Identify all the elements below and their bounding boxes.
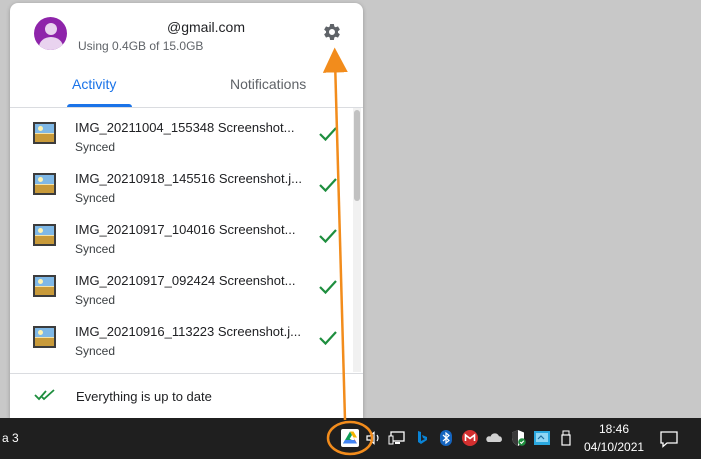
list-item[interactable]: IMG_20210916_113223 Screenshot.j... Sync… [10,312,350,363]
taskbar-app-label[interactable]: a 3 [2,431,19,445]
remote-desktop-icon[interactable] [532,428,552,448]
list-item[interactable]: IMG_20210917_104016 Screenshot... Synced [10,210,350,261]
tab-activity[interactable]: Activity [72,76,116,92]
onedrive-icon[interactable] [484,428,504,448]
check-icon [319,127,337,142]
usb-device-icon[interactable] [556,428,576,448]
speaker-icon[interactable] [364,428,384,448]
clock-date[interactable]: 04/10/2021 [584,440,644,454]
security-shield-icon[interactable] [508,428,528,448]
network-icon[interactable] [388,428,408,448]
bing-icon[interactable] [412,428,432,448]
image-file-icon [33,224,56,246]
avatar-head [45,23,57,35]
google-drive-icon[interactable] [340,428,360,448]
file-name: IMG_20210918_145516 Screenshot.j... [75,171,302,186]
image-file-icon [33,326,56,348]
mcafee-icon[interactable] [460,428,480,448]
file-status: Synced [75,293,116,307]
image-file-icon [33,173,56,195]
file-status: Synced [75,191,116,205]
sync-status-text: Everything is up to date [76,389,212,404]
avatar[interactable] [34,17,67,50]
file-status: Synced [75,242,116,256]
drive-popup: @gmail.com Using 0.4GB of 15.0GB Activit… [10,3,363,418]
image-file-icon [33,275,56,297]
action-center-icon[interactable] [658,428,680,450]
gear-icon[interactable] [322,22,342,42]
check-icon [319,331,337,346]
activity-list: IMG_20211004_155348 Screenshot... Synced… [10,108,363,372]
tab-notifications[interactable]: Notifications [230,76,306,92]
avatar-body [39,37,63,50]
list-item[interactable]: IMG_20210917_092424 Screenshot... Synced [10,261,350,312]
file-status: Synced [75,140,116,154]
file-name: IMG_20210916_113223 Screenshot.j... [75,324,301,339]
file-name: IMG_20211004_155348 Screenshot... [75,120,295,135]
list-item[interactable]: IMG_20211004_155348 Screenshot... Synced [10,108,350,159]
check-icon [319,229,337,244]
taskbar: a 3 18:46 04/10/2021 [0,418,701,459]
image-file-icon [33,122,56,144]
account-email: @gmail.com [167,19,246,35]
list-item[interactable]: IMG_20210918_145516 Screenshot.j... Sync… [10,159,350,210]
storage-quota: Using 0.4GB of 15.0GB [78,39,204,53]
double-check-icon [34,389,55,401]
bluetooth-icon[interactable] [436,428,456,448]
file-name: IMG_20210917_104016 Screenshot... [75,222,296,237]
footer-divider [10,373,363,374]
check-icon [319,178,337,193]
file-name: IMG_20210917_092424 Screenshot... [75,273,296,288]
scrollbar-thumb[interactable] [354,110,360,201]
clock-time[interactable]: 18:46 [599,422,629,436]
file-status: Synced [75,344,116,358]
check-icon [319,280,337,295]
